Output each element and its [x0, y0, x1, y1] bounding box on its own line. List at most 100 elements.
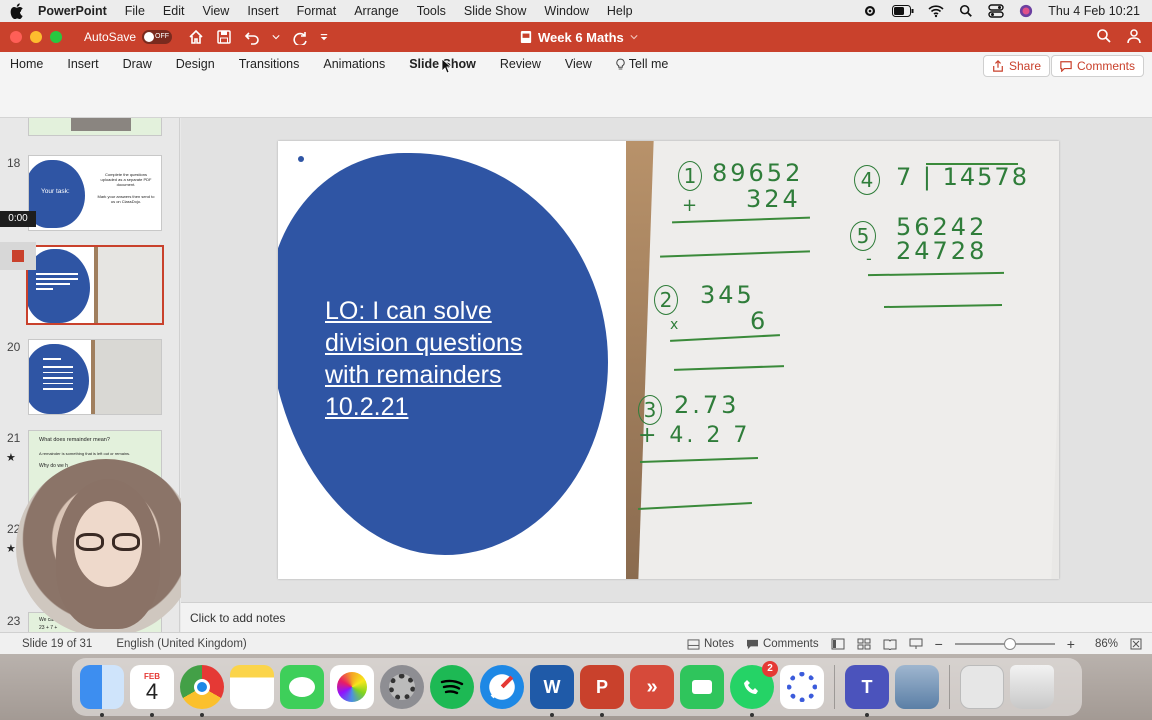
tab-view[interactable]: View — [565, 57, 592, 71]
photos-app-icon[interactable] — [330, 665, 374, 709]
whatsapp-app-icon[interactable]: 2 — [730, 661, 778, 717]
menu-tools[interactable]: Tools — [417, 4, 446, 18]
preview-app-icon[interactable] — [895, 665, 939, 709]
fit-to-window-icon[interactable] — [1130, 638, 1142, 650]
current-slide[interactable]: LO: I can solve division questions with … — [278, 141, 1059, 579]
menu-window[interactable]: Window — [544, 4, 588, 18]
calendar-app-icon[interactable]: FEB 4 — [130, 665, 174, 717]
redo-icon[interactable] — [292, 29, 308, 45]
minimize-window-button[interactable] — [30, 31, 42, 43]
search-icon[interactable] — [1096, 28, 1112, 44]
facetime-app-icon[interactable] — [680, 665, 724, 709]
customize-toolbar-icon[interactable] — [320, 29, 328, 45]
tell-me-box[interactable]: Tell me — [616, 57, 668, 71]
slide-editor[interactable]: LO: I can solve division questions with … — [181, 118, 1152, 602]
slide-thumbnail-19[interactable] — [26, 245, 164, 325]
autosave-toggle[interactable]: OFF — [142, 30, 173, 44]
notes-pane[interactable]: Click to add notes — [181, 602, 1152, 632]
tab-draw[interactable]: Draw — [123, 57, 152, 71]
ribbon-tabs: Home Insert Draw Design Transitions Anim… — [0, 52, 1152, 76]
menu-file[interactable]: File — [125, 4, 145, 18]
menubar-clock[interactable]: Thu 4 Feb 10:21 — [1048, 4, 1140, 18]
account-icon[interactable] — [1126, 28, 1142, 44]
menu-app-name[interactable]: PowerPoint — [38, 4, 107, 18]
slide-thumbnail-20[interactable] — [28, 339, 162, 415]
slide-worksheet-photo[interactable]: 1 89652 + 324 2 345 x 6 3 2.73 + 4. 2 7 … — [626, 141, 1059, 579]
messages-app-icon[interactable] — [280, 665, 324, 709]
slide-thumbnail-17[interactable] — [28, 118, 162, 136]
webcam-overlay[interactable] — [16, 459, 196, 637]
menu-insert[interactable]: Insert — [247, 4, 278, 18]
autosave-state: OFF — [155, 33, 170, 40]
chrome-app-icon[interactable] — [180, 665, 224, 717]
tab-review[interactable]: Review — [500, 57, 541, 71]
handwritten-q1-op: + — [682, 195, 701, 216]
thumbnail-image — [71, 118, 131, 131]
menu-edit[interactable]: Edit — [163, 4, 185, 18]
control-center-icon[interactable] — [988, 4, 1004, 18]
tab-design[interactable]: Design — [176, 57, 215, 71]
window-controls — [10, 31, 62, 43]
zoom-window-button[interactable] — [50, 31, 62, 43]
zoom-level[interactable]: 86% — [1095, 638, 1118, 650]
home-icon[interactable] — [188, 29, 204, 45]
slide-thumbnail-18[interactable]: Your task: Complete the questions upload… — [28, 155, 162, 231]
stop-recording-button[interactable] — [0, 242, 36, 270]
gear-icon[interactable] — [862, 4, 878, 18]
zoom-out-button[interactable]: − — [935, 636, 943, 652]
zoom-in-button[interactable]: + — [1067, 636, 1075, 652]
slide-show-icon[interactable] — [909, 638, 923, 650]
save-icon[interactable] — [216, 29, 232, 45]
slide-title[interactable]: LO: I can solve division questions with … — [325, 295, 585, 423]
wifi-icon[interactable] — [928, 4, 944, 18]
tab-insert[interactable]: Insert — [67, 57, 98, 71]
remote-desktop-app-icon[interactable]: » — [630, 665, 674, 709]
tab-home[interactable]: Home — [10, 57, 43, 71]
running-indicator — [150, 713, 154, 717]
notes-toggle[interactable]: Notes — [687, 638, 734, 650]
search-icon[interactable] — [958, 4, 974, 18]
comments-toggle[interactable]: Comments — [746, 638, 819, 650]
running-indicator — [550, 713, 554, 717]
phone-icon — [744, 680, 758, 694]
normal-view-icon[interactable] — [831, 638, 845, 650]
menu-format[interactable]: Format — [297, 4, 337, 18]
reading-view-icon[interactable] — [883, 638, 897, 650]
word-app-icon[interactable]: W — [530, 665, 574, 717]
teams-app-icon[interactable]: T — [845, 665, 889, 717]
tab-transitions[interactable]: Transitions — [239, 57, 300, 71]
powerpoint-letter: P — [595, 676, 608, 697]
downloads-stack-icon[interactable] — [960, 665, 1004, 709]
screen-recorder-app-icon[interactable] — [780, 665, 824, 709]
notes-app-icon[interactable] — [230, 665, 274, 709]
finder-app-icon[interactable] — [80, 665, 124, 717]
close-window-button[interactable] — [10, 31, 22, 43]
chevron-down-icon[interactable] — [272, 29, 280, 45]
safari-app-icon[interactable] — [480, 665, 524, 709]
powerpoint-app-icon[interactable]: P — [580, 665, 624, 717]
menu-help[interactable]: Help — [607, 4, 633, 18]
menu-slide-show[interactable]: Slide Show — [464, 4, 527, 18]
trash-icon[interactable] — [1010, 665, 1054, 709]
zoom-slider-knob[interactable] — [1003, 638, 1016, 650]
siri-icon[interactable] — [1018, 4, 1034, 18]
slide-sorter-icon[interactable] — [857, 638, 871, 650]
slide-title-line: division questions — [325, 329, 523, 357]
tab-animations[interactable]: Animations — [323, 57, 385, 71]
apple-icon[interactable] — [10, 3, 24, 19]
language-indicator[interactable]: English (United Kingdom) — [116, 638, 246, 650]
system-preferences-app-icon[interactable] — [380, 665, 424, 709]
zoom-slider[interactable] — [954, 638, 1055, 650]
menu-view[interactable]: View — [202, 4, 229, 18]
titlebar-right-tools — [1096, 28, 1142, 44]
thumbnail-title-lines — [36, 273, 78, 290]
spotify-app-icon[interactable] — [430, 665, 474, 709]
undo-icon[interactable] — [244, 29, 260, 45]
menu-arrange[interactable]: Arrange — [354, 4, 398, 18]
share-button[interactable]: Share — [982, 55, 1050, 77]
notes-placeholder[interactable]: Click to add notes — [190, 611, 285, 625]
battery-icon[interactable] — [892, 4, 914, 18]
comments-button[interactable]: Comments — [1050, 55, 1144, 77]
document-title[interactable]: Week 6 Maths — [520, 22, 638, 52]
autosave-control[interactable]: AutoSave OFF — [84, 30, 173, 44]
